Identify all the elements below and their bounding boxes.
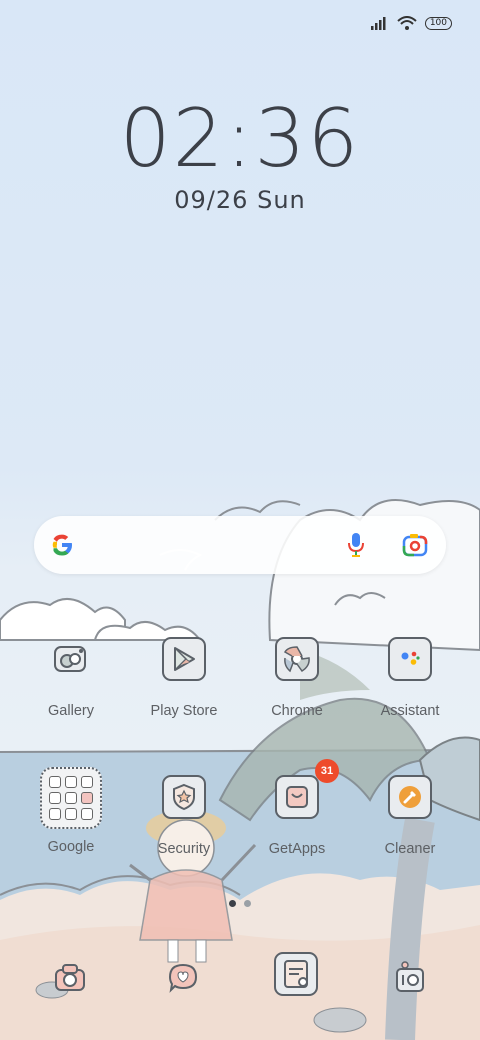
wifi-icon [397,16,417,30]
google-logo-icon [52,534,72,556]
app-play-store[interactable]: Play Store [128,637,240,719]
voice-search-icon[interactable] [346,531,366,559]
date-text: 09/26 [174,186,249,214]
security-icon [162,775,206,819]
app-label: Cleaner [384,841,436,857]
battery-indicator: 100 [424,16,452,30]
app-label: Chrome [271,703,323,719]
page-indicator [0,900,480,907]
app-label: GetApps [268,841,326,857]
cellular-signal-icon [370,17,386,30]
lockscreen-clock[interactable]: 02:36 [0,92,480,185]
notes-icon [274,952,318,996]
folder-google[interactable]: Google [15,767,127,855]
app-label: Play Store [150,703,218,719]
google-folder-icon [40,767,102,829]
page-dot-1[interactable] [229,900,236,907]
page-dot-2[interactable] [244,900,251,907]
app-chrome[interactable]: Chrome [241,637,353,719]
google-search-bar[interactable] [34,516,446,574]
dock-messages[interactable] [159,954,207,1002]
app-getapps[interactable]: 31 GetApps [241,759,353,857]
gallery-icon [49,637,93,681]
messages-icon [168,963,198,993]
app-security[interactable]: Security [128,775,240,857]
dock-camera[interactable] [46,954,94,1002]
app-label: Security [157,841,211,857]
google-lens-icon[interactable] [402,532,428,558]
play-store-icon [162,637,206,681]
chrome-icon [275,637,319,681]
assistant-icon [388,637,432,681]
app-label: Gallery [48,703,94,719]
app-cleaner[interactable]: Cleaner [354,775,466,857]
day-text: Sun [257,186,306,214]
lockscreen-date[interactable]: 09/26 Sun [0,186,480,214]
photo-camera-icon [396,961,424,992]
cleaner-icon [388,775,432,819]
getapps-icon: 31 [275,759,339,819]
notification-badge: 31 [315,759,339,783]
app-label: Assistant [380,703,440,719]
camera-icon [55,964,85,991]
app-gallery[interactable]: Gallery [15,637,127,719]
dock-photo-camera[interactable] [386,954,434,1002]
status-bar: 100 [370,16,452,30]
app-label: Google [47,839,95,855]
app-assistant[interactable]: Assistant [354,637,466,719]
dock-notes[interactable] [272,950,320,998]
